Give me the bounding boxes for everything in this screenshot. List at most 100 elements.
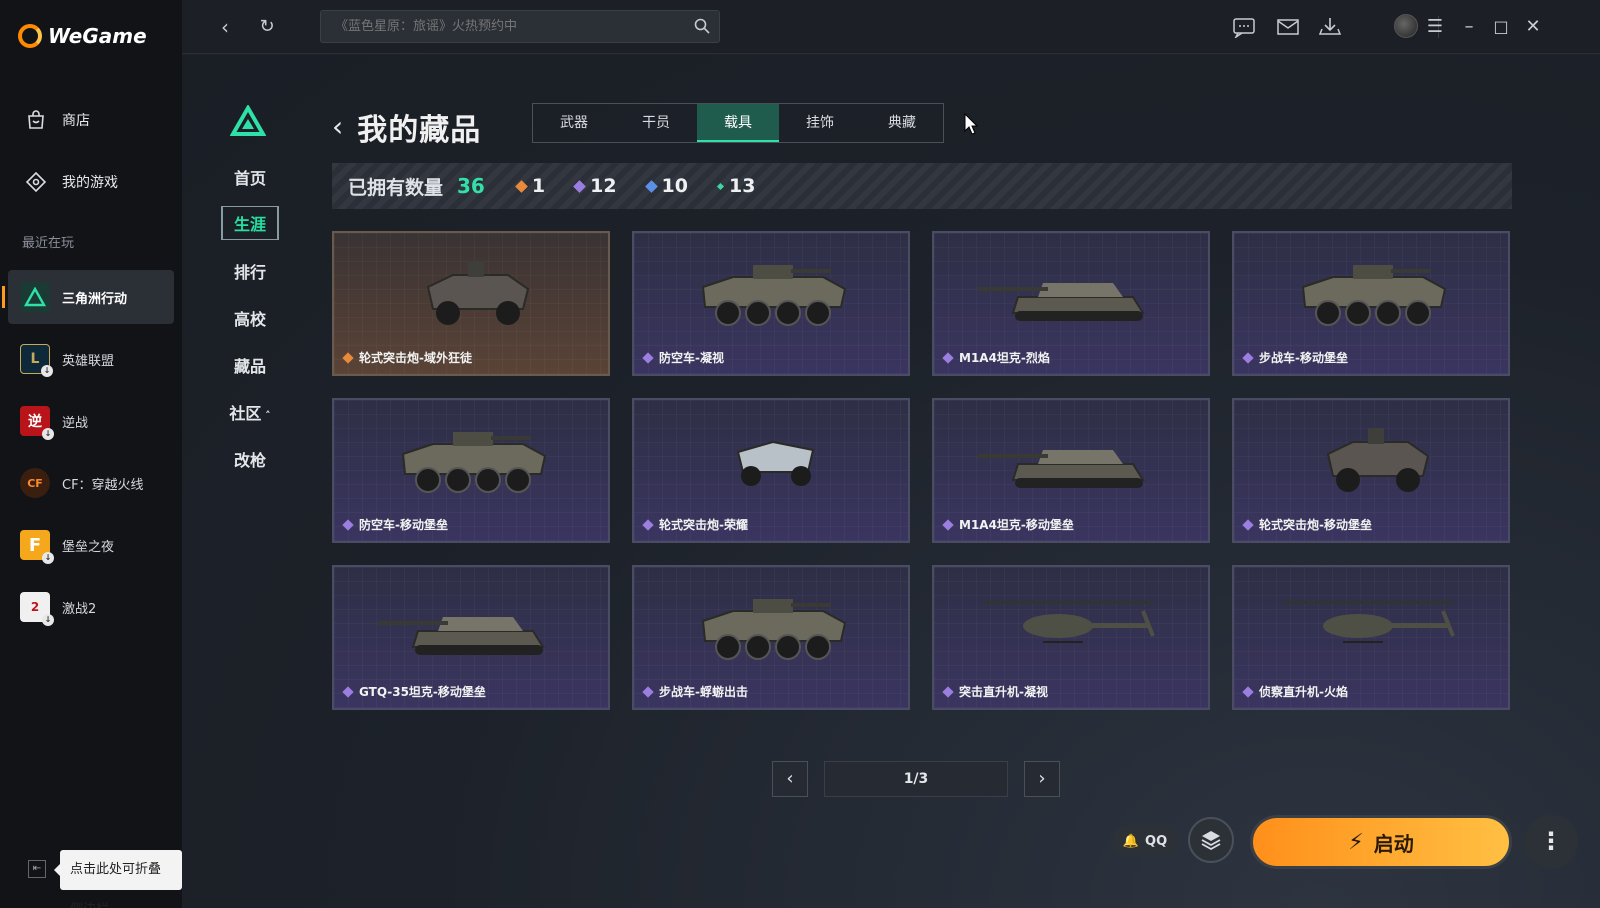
vehicle-image	[426, 261, 530, 325]
tab-vehicles[interactable]: 载具	[697, 104, 779, 142]
main-panel: 首页 生涯 排行 高校 藏品 社区 ˄ 改枪 ‹ 我的藏品 武器 干员 载具 挂…	[182, 55, 1600, 908]
layers-icon	[1201, 831, 1221, 851]
launch-game-button[interactable]: ⚡ 启动	[1250, 815, 1512, 869]
vehicle-card[interactable]: 防空车-凝视	[632, 231, 910, 376]
rarity-diamond-icon	[514, 179, 528, 193]
sidebar-game-gw2[interactable]: 2 ↓ 激战2	[8, 580, 174, 634]
sidebar-game-delta-force[interactable]: 三角洲行动	[2, 270, 174, 324]
rarity-blue-count: 10	[644, 175, 688, 197]
game-menu-home[interactable]: 首页	[222, 165, 278, 189]
vehicle-card[interactable]: M1A4坦克-移动堡垒	[932, 398, 1210, 543]
guild-wars-2-icon: 2 ↓	[20, 592, 54, 626]
vehicle-card[interactable]: 突击直升机-凝视	[932, 565, 1210, 710]
collapse-tooltip: 点击此处可折叠侧边栏	[54, 850, 182, 908]
stat-value: 13	[729, 175, 756, 197]
vehicle-card-label: M1A4坦克-移动堡垒	[942, 516, 1074, 533]
collapse-sidebar-icon[interactable]: ⇤	[28, 860, 46, 878]
fortnite-icon: F ↓	[20, 530, 54, 564]
game-menu-collection[interactable]: 藏品	[222, 353, 278, 377]
mail-icon[interactable]	[1276, 16, 1300, 38]
rarity-gold-count: 1	[514, 175, 545, 197]
tab-charms[interactable]: 挂饰	[779, 104, 861, 142]
vehicle-card[interactable]: 轮式突击炮-荣耀	[632, 398, 910, 543]
vehicle-image	[978, 450, 1145, 488]
vehicle-card-label: 防空车-移动堡垒	[342, 516, 448, 533]
rarity-diamond-icon	[1242, 685, 1254, 698]
sidebar-game-fortnite[interactable]: F ↓ 堡垒之夜	[8, 518, 174, 572]
game-menu-ranking[interactable]: 排行	[222, 259, 278, 283]
vehicle-image	[1326, 428, 1430, 492]
wegame-logo[interactable]: WeGame	[18, 24, 147, 48]
vehicle-image	[701, 599, 847, 660]
top-bar: ‹ ↻ ☰ – □ ✕	[182, 0, 1600, 54]
page-back-icon[interactable]: ‹	[332, 112, 343, 142]
more-options-icon[interactable]: ⋮	[1524, 815, 1578, 869]
vehicle-card[interactable]: 步战车-蜉蝣出击	[632, 565, 910, 710]
vehicle-image	[701, 265, 847, 326]
maximize-icon[interactable]: □	[1488, 14, 1514, 40]
sidebar-item-store[interactable]: 商店	[24, 108, 90, 132]
game-menu-community[interactable]: 社区 ˄	[222, 400, 278, 424]
vehicle-image	[736, 440, 815, 486]
rarity-diamond-icon	[716, 182, 725, 190]
vehicle-image	[401, 432, 547, 493]
chat-icon[interactable]	[1232, 16, 1256, 38]
game-label: 逆战	[62, 415, 89, 431]
vehicle-image	[1283, 601, 1455, 643]
download-badge-icon: ↓	[42, 552, 54, 564]
logo-text: WeGame	[48, 24, 147, 48]
menu-icon[interactable]: ☰	[1422, 14, 1448, 40]
game-label: 堡垒之夜	[62, 539, 115, 555]
owned-total: 36	[457, 174, 485, 198]
vehicle-card-label: M1A4坦克-烈焰	[942, 349, 1050, 366]
sidebar-game-lol[interactable]: L ↓ 英雄联盟	[8, 332, 174, 386]
search-input[interactable]	[335, 19, 675, 34]
user-avatar[interactable]	[1394, 14, 1418, 38]
close-icon[interactable]: ✕	[1520, 14, 1546, 40]
vehicle-card[interactable]: GTQ-35坦克-移动堡垒	[332, 565, 610, 710]
tab-collector[interactable]: 典藏	[861, 104, 943, 142]
vehicle-name: GTQ-35坦克-移动堡垒	[359, 685, 486, 699]
rarity-green-count: 13	[716, 175, 756, 197]
vehicle-card[interactable]: 步战车-移动堡垒	[1232, 231, 1510, 376]
qq-login-button[interactable]: 🔔 QQ	[1112, 825, 1178, 857]
game-menu-college[interactable]: 高校	[222, 306, 278, 330]
rarity-diamond-icon	[342, 685, 354, 698]
vehicle-card[interactable]: 轮式突击炮-移动堡垒	[1232, 398, 1510, 543]
vehicle-image	[983, 601, 1155, 643]
sidebar-item-my-games[interactable]: 我的游戏	[24, 170, 118, 194]
tab-operators[interactable]: 干员	[615, 104, 697, 142]
game-label: 英雄联盟	[62, 353, 115, 369]
back-arrow-icon[interactable]: ‹	[212, 14, 238, 40]
vehicle-card[interactable]: 防空车-移动堡垒	[332, 398, 610, 543]
vehicle-card[interactable]: 侦察直升机-火焰	[1232, 565, 1510, 710]
game-menu-career[interactable]: 生涯	[221, 206, 279, 240]
search-box[interactable]	[320, 10, 720, 43]
page-title: 我的藏品	[357, 113, 482, 148]
refresh-icon[interactable]: ↻	[254, 14, 280, 40]
rarity-diamond-icon	[942, 351, 954, 364]
download-badge-icon: ↓	[42, 428, 54, 440]
minimize-icon[interactable]: –	[1456, 14, 1482, 40]
search-icon[interactable]	[693, 17, 711, 35]
nizhan-icon: 逆 ↓	[20, 406, 54, 440]
vehicle-card[interactable]: 轮式突击炮-域外狂徒	[332, 231, 610, 376]
delta-force-logo-icon[interactable]	[230, 105, 266, 137]
sidebar-game-crossfire[interactable]: CF CF：穿越火线	[8, 456, 174, 510]
download-badge-icon: ↓	[41, 365, 53, 377]
rarity-diamond-icon	[573, 179, 586, 193]
stat-value: 10	[661, 175, 688, 197]
next-page-button[interactable]: ›	[1024, 761, 1060, 797]
owned-count-label: 已拥有数量	[348, 176, 444, 199]
game-menu-gun-mod[interactable]: 改枪	[222, 447, 278, 471]
league-of-legends-icon: L ↓	[20, 344, 53, 377]
game-label: 激战2	[62, 601, 97, 617]
download-manager-icon[interactable]	[1318, 16, 1342, 38]
collection-tabs: 武器 干员 载具 挂饰 典藏	[532, 103, 944, 143]
game-label: CF：穿越火线	[62, 477, 144, 493]
prev-page-button[interactable]: ‹	[772, 761, 808, 797]
game-layers-button[interactable]	[1188, 817, 1234, 863]
tab-weapons[interactable]: 武器	[533, 104, 615, 142]
vehicle-card[interactable]: M1A4坦克-烈焰	[932, 231, 1210, 376]
sidebar-game-nizhan[interactable]: 逆 ↓ 逆战	[8, 394, 174, 448]
